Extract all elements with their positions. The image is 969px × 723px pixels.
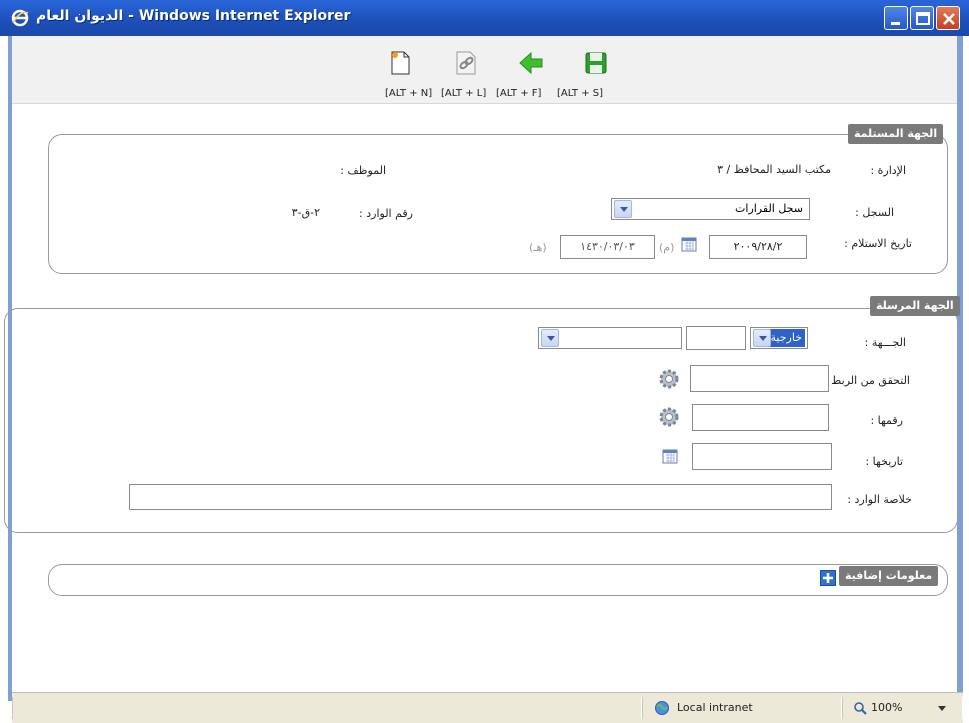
ie-logo-icon bbox=[11, 9, 29, 27]
link-check-input[interactable] bbox=[690, 365, 829, 392]
toolbar: [ALT + N] [ALT + L] [ALT + F] [ALT + S] bbox=[12, 36, 957, 104]
employee-label: الموظف : bbox=[340, 164, 386, 177]
department-label: الإدارة : bbox=[870, 164, 906, 177]
minimize-button[interactable] bbox=[884, 6, 908, 30]
calendar-icon[interactable] bbox=[681, 236, 697, 252]
title-bar[interactable]: الديوان العام - Windows Internet Explore… bbox=[0, 0, 969, 36]
globe-icon bbox=[655, 701, 669, 715]
calendar-icon[interactable] bbox=[662, 448, 678, 464]
chevron-down-icon[interactable] bbox=[614, 200, 632, 218]
receipt-date-label: تاريخ الاستلام : bbox=[844, 237, 912, 250]
number-label: رقمها : bbox=[870, 414, 903, 427]
gear-icon[interactable] bbox=[658, 368, 680, 390]
plus-icon[interactable] bbox=[820, 570, 836, 586]
receiving-legend: الجهة المستلمة bbox=[848, 124, 944, 144]
date-label: تاريخها : bbox=[865, 455, 903, 468]
zone-cell: Local intranet bbox=[642, 697, 842, 719]
register-label: السجل : bbox=[855, 206, 894, 219]
forward-arrow-icon[interactable] bbox=[518, 50, 544, 76]
link-shortcut-label: [ALT + L] bbox=[441, 88, 487, 99]
register-select-value: سجل القرارات bbox=[735, 202, 803, 215]
chevron-down-icon[interactable] bbox=[753, 329, 771, 347]
chevron-down-icon[interactable] bbox=[938, 706, 946, 711]
close-button[interactable] bbox=[936, 6, 960, 30]
extra-info-panel bbox=[48, 564, 948, 596]
link-check-label: التحقق من الربط : bbox=[823, 374, 910, 387]
chevron-down-icon[interactable] bbox=[541, 329, 559, 347]
incoming-number-value: ٢-ق-٣ bbox=[291, 206, 320, 219]
zoom-cell[interactable]: 100% bbox=[842, 697, 963, 719]
incoming-number-label: رقم الوارد : bbox=[359, 207, 413, 220]
entity-code-input[interactable] bbox=[686, 326, 746, 350]
browser-window: الديوان العام - Windows Internet Explore… bbox=[0, 0, 969, 723]
register-select[interactable]: سجل القرارات bbox=[611, 198, 810, 220]
gear-icon[interactable] bbox=[658, 406, 680, 428]
summary-label: خلاصة الوارد : bbox=[847, 493, 912, 506]
zone-text: Local intranet bbox=[677, 701, 753, 714]
maximize-button[interactable] bbox=[910, 6, 934, 30]
forward-shortcut-label: [ALT + F] bbox=[496, 88, 542, 99]
status-cell bbox=[12, 697, 642, 719]
receiving-panel bbox=[48, 134, 948, 274]
gregorian-suffix: (م) bbox=[659, 241, 675, 254]
sender-legend: الجهة المرسلة bbox=[870, 296, 960, 316]
number-input[interactable] bbox=[692, 404, 829, 431]
status-bar: Local intranet 100% bbox=[12, 692, 963, 723]
gregorian-date-input[interactable]: ٢٠٠٩/٢٨/٢ bbox=[709, 235, 807, 259]
summary-input[interactable] bbox=[129, 484, 832, 510]
zoom-value: 100% bbox=[871, 701, 903, 714]
new-document-icon[interactable] bbox=[387, 50, 413, 76]
save-shortcut-label: [ALT + S] bbox=[557, 88, 604, 99]
save-icon[interactable] bbox=[583, 50, 609, 76]
zoom-icon bbox=[854, 702, 867, 715]
window-title: الديوان العام - Windows Internet Explore… bbox=[36, 8, 351, 24]
entity-type-select[interactable]: خارجية bbox=[750, 327, 808, 349]
hijri-date-input[interactable]: ١٤٣٠/٠٣/٠٣ bbox=[560, 235, 655, 259]
entity-type-value: خارجية bbox=[767, 329, 805, 347]
entity-label: الجـــهة : bbox=[864, 336, 906, 349]
new-shortcut-label: [ALT + N] bbox=[385, 88, 433, 99]
maximize-icon bbox=[916, 12, 930, 25]
department-value: مكتب السيد المحافظ / ٣ bbox=[717, 163, 831, 176]
date-input[interactable] bbox=[692, 443, 832, 470]
entity-name-select[interactable] bbox=[538, 327, 682, 349]
hijri-suffix: (هـ) bbox=[529, 241, 547, 254]
extra-info-legend: معلومات إضافية bbox=[839, 566, 939, 586]
link-icon[interactable] bbox=[453, 50, 479, 76]
minimize-icon bbox=[891, 22, 900, 25]
close-icon bbox=[943, 13, 955, 25]
